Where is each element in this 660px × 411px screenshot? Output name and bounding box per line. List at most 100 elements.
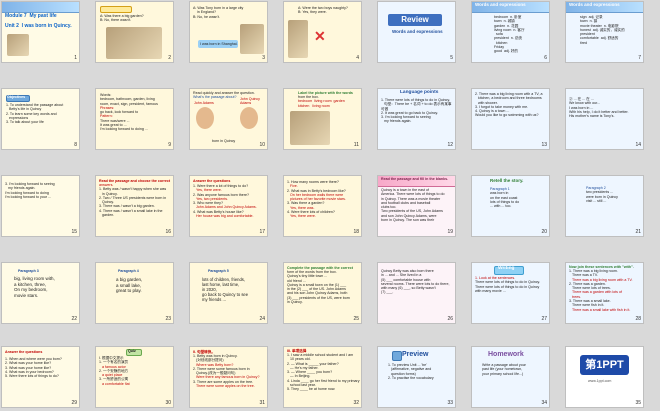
slide-number: 34 <box>541 400 547 406</box>
slide-text: sign adj. 记录 town n. 镇 movie theater n. … <box>580 15 625 45</box>
boy-photo <box>240 24 264 54</box>
slide-thumbnail[interactable]: Answer the questions 1. Were there a lot… <box>190 176 267 236</box>
slide-thumbnail[interactable]: Read the passage and choose the correct … <box>96 176 173 236</box>
caption: born in Quincy <box>212 139 236 143</box>
slide-text: form of the words from the box. Quincy's… <box>287 270 350 305</box>
slide-text: A: Was there a big garden? B: No, there … <box>100 14 144 23</box>
slide-thumbnail[interactable]: II. 句型转换。 1. Betty was born in Quincy. (… <box>190 347 267 407</box>
slide-number: 17 <box>259 229 265 235</box>
slide-number: 6 <box>544 55 547 61</box>
slide-number: 18 <box>353 229 359 235</box>
slide-thumbnail[interactable]: Complete the passage with the correct fo… <box>284 263 361 323</box>
slide-text: Words: bedroom, bathroom, garden, living… <box>100 93 158 132</box>
slide-text: 3. I'm looking forward to seeing my frie… <box>5 182 55 199</box>
slide-number: 26 <box>447 316 453 322</box>
slide-sorter-grid: Module 7 My past life Unit 2 I was born … <box>2 2 658 409</box>
slide-text: 1. Betty was born in Quincy. (对划线部分提问) W… <box>193 354 260 389</box>
slide-number: 10 <box>259 142 265 148</box>
slide-thumbnail[interactable]: Label the picture with the words from th… <box>284 89 361 149</box>
slide-thumbnail[interactable]: 2. There was a big living room with a TV… <box>472 89 549 149</box>
label: John Adams <box>194 101 214 105</box>
slide-thumbnail[interactable]: Language points 1. There were lots of th… <box>378 89 455 149</box>
slide-text: Write a passage about your past life (yo… <box>482 363 526 376</box>
slide-thumbnail[interactable]: A: Were the two boys naughty? B: Yes, th… <box>284 2 361 62</box>
slide-title: Answer the questions <box>5 350 43 354</box>
slide-number: 4 <box>356 55 359 61</box>
slide-thumbnail[interactable]: Words: bedroom, bathroom, garden, living… <box>96 89 173 149</box>
slide-thumbnail[interactable]: Answer the questions 1. When and where w… <box>2 347 79 407</box>
slide-subtitle: Unit 2 I was born in Quincy. <box>5 23 72 29</box>
slide-number: 33 <box>447 400 453 406</box>
slide-number: 12 <box>447 142 453 148</box>
slide-thumbnail[interactable]: 3. I'm looking forward to seeing my frie… <box>2 176 79 236</box>
slide-thumbnail[interactable]: Homework Write a passage about your past… <box>472 347 549 407</box>
slide-thumbnail[interactable]: A: Was there a big garden? B: No, there … <box>96 2 173 62</box>
slide-number: 25 <box>353 316 359 322</box>
slide-thumbnail[interactable]: Retell the story. Paragraph 1 was born i… <box>472 176 549 236</box>
slide-text: answers. 1. Betty was / wasn't happy whe… <box>99 183 167 218</box>
slide-text: from the box. bedroom living room garden… <box>298 95 345 108</box>
slide-number: 2 <box>168 55 171 61</box>
slide-text: Paragraph 1 was born in on the east coas… <box>490 187 520 209</box>
slide-number: 5 <box>450 55 453 61</box>
slide-title: Read the passage and fill in the blanks. <box>381 177 449 181</box>
slide-title: Paragraph 5 <box>208 269 229 273</box>
slide-text: Quincy is a town in the east of America.… <box>381 188 445 223</box>
slide-thumbnail[interactable]: Words and expressions bedroom n. 卧室 town… <box>472 2 549 62</box>
logo-image: 第1PPT <box>580 355 629 375</box>
slide-number: 24 <box>259 316 265 322</box>
slide-number: 1 <box>74 55 77 61</box>
slide-text: 2. There was a big living room with a TV… <box>475 92 543 118</box>
cross-icon: ✕ <box>314 28 326 44</box>
slide-text: big, living room with, a kitchen, three,… <box>14 276 55 298</box>
portrait-image <box>240 107 258 129</box>
slide-number: 30 <box>165 400 171 406</box>
website-text: www.1ppt.com <box>588 379 612 383</box>
slide-thumbnail[interactable]: Words and expressions sign adj. 记录 town … <box>566 2 643 62</box>
slide-text: A: Were the two boys naughty? B: Yes, th… <box>298 6 348 15</box>
boys-photo <box>288 20 308 58</box>
slide-number: 8 <box>74 142 77 148</box>
slide-number: 35 <box>635 400 641 406</box>
slide-title: Preview <box>402 351 429 358</box>
slide-thumbnail[interactable]: Paragraph 4 a big garden, a small lake, … <box>96 263 173 323</box>
portrait-image <box>196 107 214 129</box>
slide-title: Paragraph 3 <box>18 269 39 273</box>
slide-number: 13 <box>541 142 547 148</box>
slide-thumbnail[interactable]: Read quickly and answer the question. Wh… <box>190 89 267 149</box>
slide-thumbnail[interactable]: Quiz I. 根据中文提示 1. 一个有名的演员 a famous actor… <box>96 347 173 407</box>
slide-number: 3 <box>262 55 265 61</box>
slide-number: 7 <box>638 55 641 61</box>
slide-number: 15 <box>71 229 77 235</box>
slide-thumbnail[interactable]: Writing 1. Look at the sentences. There … <box>472 263 549 323</box>
house-picture <box>290 111 330 145</box>
slide-thumbnail[interactable]: Objectives 1. To understand the passage … <box>2 89 79 149</box>
slide-thumbnail[interactable]: Now join these sentences with "with". 1.… <box>566 263 643 323</box>
slide-title: Quiz <box>128 349 136 353</box>
slide-title: Module 7 My past life <box>5 13 57 19</box>
slide-thumbnail[interactable]: A: Was Tony born in a large city in Engl… <box>190 2 267 62</box>
slide-thumbnail[interactable]: Module 7 My past life Unit 2 I was born … <box>2 2 79 62</box>
slide-thumbnail[interactable]: III. 单项选择 1. I saw a middle school stude… <box>284 347 361 407</box>
slide-number: 14 <box>635 142 641 148</box>
slide-thumbnail[interactable]: Quincy Betty was also born there in ... … <box>378 263 455 323</box>
slide-title: Language points <box>400 90 439 95</box>
slide-title: Words and expressions <box>475 2 526 7</box>
slide-text: Quincy Betty was also born there in ... … <box>381 269 450 295</box>
review-heading: Review <box>388 14 442 26</box>
slide-thumbnail[interactable]: Paragraph 3 big, living room with, a kit… <box>2 263 79 323</box>
slide-number: 19 <box>447 229 453 235</box>
slide-number: 29 <box>71 400 77 406</box>
slide-text: 1. There were lots of things to do in Qu… <box>381 98 452 124</box>
slide-thumbnail[interactable]: Paragraph 2 two presidents ... were born… <box>566 176 643 236</box>
slide-text: Paragraph 2 two presidents ... were born… <box>586 186 618 203</box>
slide-title: Objectives <box>7 95 26 99</box>
slide-thumbnail[interactable]: 第1PPT www.1ppt.com 35 <box>566 347 643 407</box>
slide-thumbnail[interactable]: Review Words and expressions 5 <box>378 2 455 62</box>
slide-thumbnail[interactable]: Read the passage and fill in the blanks.… <box>378 176 455 236</box>
slide-thumbnail[interactable]: 1. How many rooms were there? Five. 2. W… <box>284 176 361 236</box>
slide-thumbnail[interactable]: ② ... 在 ... 在 ... We know with our... I … <box>566 89 643 149</box>
slide-title: Homework <box>488 351 524 358</box>
slide-thumbnail[interactable]: Paragraph 5 lots of children, friends, l… <box>190 263 267 323</box>
slide-thumbnail[interactable]: Preview 1. To preview Unit ... 'be' (aff… <box>378 347 455 407</box>
